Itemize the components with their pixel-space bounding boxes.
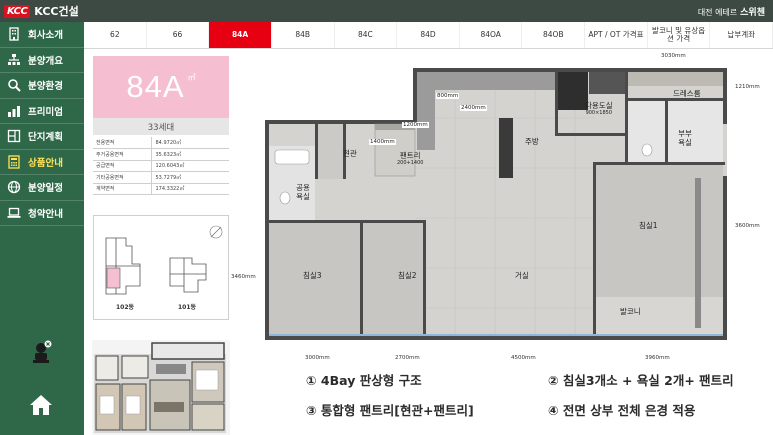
top-header: KCC KCC건설 대전 에테르 스위첸 <box>0 0 773 22</box>
table-row: 주거공용면적 35.6323㎡ <box>93 148 229 161</box>
room-bedroom-1: 침실1 <box>639 221 658 230</box>
tab-84ob[interactable]: 84OB <box>522 22 586 48</box>
sidebar-item-environment[interactable]: 분양환경 <box>0 73 84 99</box>
dimension-bottom-2: 2700mm <box>395 355 420 361</box>
project-name: 대전 에테르 스위첸 <box>698 5 765 18</box>
building-label-101: 101동 <box>178 304 197 311</box>
tab-84d[interactable]: 84D <box>397 22 460 48</box>
sidebar-item-label: 상품안내 <box>28 157 63 169</box>
sidebar-item-subscription[interactable]: 청약안내 <box>0 201 84 226</box>
room-balcony: 발코니 <box>620 307 641 316</box>
home-icon[interactable] <box>29 394 53 416</box>
furnished-floor-thumbnail[interactable] <box>92 340 230 435</box>
room-living: 거실 <box>515 271 529 280</box>
project-product: 스위첸 <box>740 7 765 18</box>
tab-payment-account[interactable]: 납부계좌 <box>710 22 773 48</box>
room-kitchen: 주방 <box>525 137 539 146</box>
dimension-top: 3030mm <box>661 53 686 59</box>
blueprint-icon <box>7 129 21 143</box>
furnished-floor-drawing <box>92 340 230 435</box>
project-location: 대전 에테르 <box>697 7 738 17</box>
dimension-callout: 800mm <box>436 93 460 100</box>
sidebar-item-label: 청약안내 <box>28 208 63 220</box>
brand-name: KCC건설 <box>34 5 79 18</box>
room-bedroom-2: 침실2 <box>398 271 417 280</box>
sidebar-item-label: 분양개요 <box>28 55 63 67</box>
sidebar-item-company[interactable]: 회사소개 <box>0 22 84 48</box>
household-count: 33세대 <box>93 118 229 135</box>
site-map-icon <box>7 53 21 67</box>
site-plan-keymap[interactable]: 102동 101동 <box>93 215 229 320</box>
dimension-callout: 2400mm <box>460 105 487 112</box>
sidebar-item-label: 분양일정 <box>28 183 63 195</box>
dimension-callout: 1200mm <box>402 122 429 129</box>
tab-84a[interactable]: 84A <box>209 22 272 48</box>
room-entrance: 현관 <box>343 149 357 158</box>
floor-plan: 드레스룸 다용도실 900×1850 주방 부부 욕실 현관 팬트리 200+1… <box>231 53 770 363</box>
sidebar-item-label: 분양환경 <box>28 81 63 93</box>
building-icon <box>7 27 21 41</box>
floor-plan-drawing <box>265 68 727 340</box>
unit-type-tabs: 62 66 84A 84B 84C 84D 84OA 84OB APT / OT… <box>84 22 773 49</box>
room-common-bath: 공용 욕실 <box>296 183 310 201</box>
sidebar-nav: 회사소개 분양개요 분양환경 프리미엄 단지계획 상품안내 분양일정 청약안내 <box>0 22 84 226</box>
table-row: 기타공용면적 53.7279㎡ <box>93 171 229 184</box>
magnifier-icon <box>7 78 21 92</box>
tab-84c[interactable]: 84C <box>335 22 398 48</box>
sidebar-item-label: 프리미엄 <box>28 106 63 118</box>
room-bedroom-3: 침실3 <box>303 271 322 280</box>
dimension-right-mid: 3600mm <box>735 223 760 229</box>
tab-price-list[interactable]: APT / OT 가격표 <box>585 22 648 48</box>
room-dressroom: 드레스룸 <box>673 89 701 98</box>
unit-type-box: 84A ㎡ <box>93 56 229 118</box>
unit-area-unit: ㎡ <box>187 73 196 82</box>
site-plan-drawing <box>105 225 223 295</box>
dimension-left: 3460mm <box>231 274 256 280</box>
unit-type-title: 84A <box>126 69 185 104</box>
tab-62[interactable]: 62 <box>84 22 147 48</box>
tab-84oa[interactable]: 84OA <box>460 22 523 48</box>
sidebar-item-overview[interactable]: 분양개요 <box>0 48 84 73</box>
feature-item: ② 침실3개소 + 욕실 2개+ 팬트리 <box>548 373 734 388</box>
room-pantry: 팬트리 200+1400 <box>397 151 424 166</box>
sidebar-item-premium[interactable]: 프리미엄 <box>0 99 84 124</box>
tab-66[interactable]: 66 <box>147 22 210 48</box>
sidebar: 회사소개 분양개요 분양환경 프리미엄 단지계획 상품안내 분양일정 청약안내 <box>0 22 84 435</box>
feature-item: ① 4Bay 판상형 구조 <box>306 373 422 388</box>
area-table: 전용면적 84.9720㎡ 주거공용면적 35.6323㎡ 공급면적 120.6043… <box>93 137 229 195</box>
room-master-bath: 부부 욕실 <box>678 129 692 147</box>
dimension-right-top: 1210mm <box>735 84 760 90</box>
app-root: KCC KCC건설 대전 에테르 스위첸 회사소개 분양개요 분양환경 프리미엄… <box>0 0 773 435</box>
sidebar-item-product[interactable]: 상품안내 <box>0 150 84 175</box>
feature-item: ③ 통합형 팬트리[현관+팬트리] <box>306 403 474 418</box>
feature-item: ④ 전면 상부 전체 은경 적용 <box>548 403 696 418</box>
dimension-bottom-4: 3960mm <box>645 355 670 361</box>
dimension-bottom-1: 3000mm <box>305 355 330 361</box>
sidebar-item-label: 회사소개 <box>28 30 63 42</box>
table-row: 전용면적 84.9720㎡ <box>93 137 229 149</box>
brand-logo[interactable]: KCC KCC건설 <box>4 3 79 19</box>
room-utility: 다용도실 900×1850 <box>585 101 613 116</box>
sidebar-item-label: 단지계획 <box>28 132 63 144</box>
table-row: 공급면적 120.6043㎡ <box>93 160 229 172</box>
building-label-102: 102동 <box>116 304 135 311</box>
table-row: 계약면적 174.3322㎡ <box>93 183 229 195</box>
tab-84b[interactable]: 84B <box>272 22 335 48</box>
dimension-bottom-3: 4500mm <box>511 355 536 361</box>
globe-icon <box>7 180 21 194</box>
dimension-callout: 1400mm <box>369 139 396 146</box>
sidebar-item-complex[interactable]: 단지계획 <box>0 124 84 150</box>
calculator-icon <box>7 155 21 169</box>
chatbot-icon[interactable] <box>32 340 54 364</box>
bar-chart-icon <box>7 104 21 118</box>
compass-icon <box>209 225 223 239</box>
kcc-logo-mark: KCC <box>4 4 31 18</box>
sidebar-item-schedule[interactable]: 분양일정 <box>0 175 84 201</box>
tab-balcony-options[interactable]: 발코니 및 유상옵션 가격 <box>648 22 711 48</box>
laptop-icon <box>7 206 21 220</box>
